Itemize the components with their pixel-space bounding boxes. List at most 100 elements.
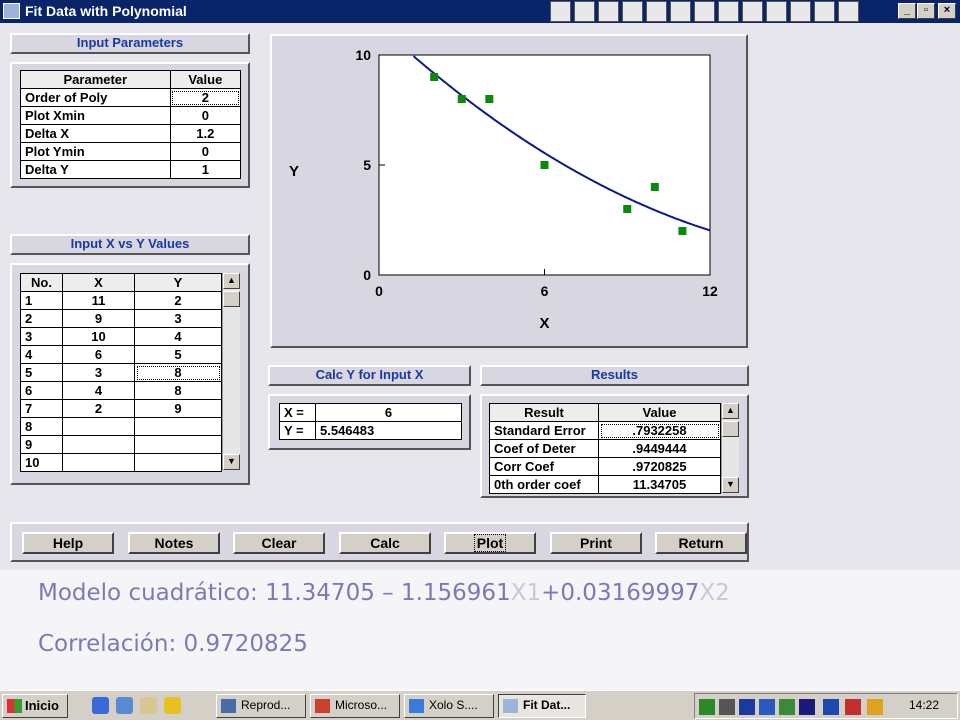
outlook-icon[interactable] — [116, 697, 133, 714]
help-button[interactable]: Help — [22, 532, 114, 554]
network-icon[interactable] — [699, 699, 715, 715]
table-row[interactable]: 10 — [20, 453, 222, 472]
table-cell[interactable]: 6 — [62, 345, 135, 364]
table-cell[interactable]: 1.2 — [169, 124, 242, 143]
print-button[interactable]: Print — [550, 532, 642, 554]
return-button[interactable]: Return — [655, 532, 747, 554]
table-cell[interactable] — [134, 435, 222, 454]
task-button-active[interactable]: Fit Dat... — [498, 694, 586, 718]
table-cell[interactable]: 5 — [134, 345, 222, 364]
shortcut-icon[interactable] — [694, 1, 715, 22]
table-row[interactable]: Standard Error .7932258 — [489, 421, 721, 440]
table-cell[interactable]: 11 — [62, 291, 135, 310]
minimize-button[interactable]: _ — [898, 3, 916, 19]
table-cell[interactable]: 0 — [169, 142, 242, 161]
table-cell[interactable]: 9 — [62, 309, 135, 328]
clear-button[interactable]: Clear — [233, 532, 325, 554]
table-cell[interactable]: 4 — [134, 327, 222, 346]
table-cell[interactable] — [62, 435, 135, 454]
table-row[interactable]: Plot Ymin 0 — [20, 142, 242, 161]
scroll-thumb[interactable] — [223, 291, 240, 307]
table-cell[interactable]: Y = — [279, 421, 316, 440]
table-cell[interactable]: 1 — [169, 160, 242, 179]
table-cell[interactable]: 10 — [20, 453, 63, 472]
scroll-down-button[interactable]: ▼ — [223, 454, 240, 470]
app-tray-icon[interactable] — [867, 699, 883, 715]
table-cell[interactable]: X = — [279, 403, 316, 422]
table-row[interactable]: 9 — [20, 435, 222, 454]
table-cell[interactable]: 7 — [20, 399, 63, 418]
shortcut-icon[interactable] — [718, 1, 739, 22]
maximize-button[interactable]: ▫ — [917, 3, 935, 19]
table-cell[interactable]: 10 — [62, 327, 135, 346]
table-row[interactable]: Y = 5.546483 — [279, 421, 462, 440]
table-row[interactable]: 648 — [20, 381, 222, 400]
xy-values-table[interactable]: No. X Y 1 11 2 2 9 3 3 10 4 4 6 5 5 3 8 6 4 8 7 2 9 8 9 10 — [20, 273, 222, 472]
table-cell[interactable]: Delta Y — [20, 160, 171, 179]
table-cell[interactable]: .9720825 — [598, 457, 721, 476]
calc-button[interactable]: Calc — [339, 532, 431, 554]
table-row[interactable]: 0th order coef 11.34705 — [489, 475, 721, 494]
table-cell[interactable]: 3 — [20, 327, 63, 346]
ie-icon[interactable] — [92, 697, 109, 714]
table-cell[interactable] — [134, 453, 222, 472]
input-parameters-table[interactable]: Parameter Value Order of Poly 2 Plot Xmin 0… — [20, 70, 242, 179]
results-scrollbar[interactable]: ▲ ▼ — [721, 403, 739, 493]
shortcut-icon[interactable] — [838, 1, 859, 22]
table-cell[interactable]: Plot Ymin — [20, 142, 171, 161]
scroll-thumb[interactable] — [722, 421, 739, 437]
table-cell[interactable]: Delta X — [20, 124, 171, 143]
table-cell[interactable] — [62, 453, 135, 472]
table-row[interactable]: 3 10 4 — [20, 327, 222, 346]
table-row[interactable]: Corr Coef .9720825 — [489, 457, 721, 476]
table-cell[interactable]: 2 — [62, 399, 135, 418]
table-row[interactable]: 8 — [20, 417, 222, 436]
table-cell[interactable]: 11.34705 — [598, 475, 721, 494]
table-cell[interactable]: 5.546483 — [315, 421, 462, 440]
media-icon[interactable] — [739, 699, 755, 715]
media-icon[interactable] — [164, 697, 181, 714]
xy-scrollbar[interactable]: ▲ ▼ — [222, 273, 240, 470]
shortcut-icon[interactable] — [574, 1, 595, 22]
task-button[interactable]: Reprod... — [216, 694, 306, 718]
shortcut-icon[interactable] — [766, 1, 787, 22]
table-cell[interactable]: 0 — [169, 106, 242, 125]
table-cell[interactable]: Order of Poly — [20, 88, 171, 107]
shortcut-icon[interactable] — [670, 1, 691, 22]
shortcut-icon[interactable] — [622, 1, 643, 22]
results-table[interactable]: Result Value Standard Error .7932258 Coef … — [489, 403, 721, 494]
table-cell[interactable]: 1 — [20, 291, 63, 310]
table-cell[interactable]: 4 — [62, 381, 135, 400]
table-cell[interactable]: 8 — [134, 363, 222, 382]
table-cell[interactable]: 6 — [315, 403, 462, 422]
scroll-up-button[interactable]: ▲ — [223, 273, 240, 289]
table-cell[interactable]: 4 — [20, 345, 63, 364]
table-cell[interactable]: .9449444 — [598, 439, 721, 458]
table-cell[interactable]: 9 — [134, 399, 222, 418]
notes-button[interactable]: Notes — [128, 532, 220, 554]
shortcut-icon[interactable] — [790, 1, 811, 22]
shortcut-icon[interactable] — [814, 1, 835, 22]
start-button[interactable]: Inicio — [2, 694, 68, 718]
task-button[interactable]: Microso... — [310, 694, 400, 718]
table-cell[interactable]: 3 — [134, 309, 222, 328]
volume-icon[interactable] — [719, 699, 735, 715]
plot-button[interactable]: Plot — [444, 532, 536, 554]
table-cell[interactable] — [62, 417, 135, 436]
table-cell[interactable]: Plot Xmin — [20, 106, 171, 125]
table-cell[interactable]: Standard Error — [489, 421, 599, 440]
table-cell[interactable]: Corr Coef — [489, 457, 599, 476]
table-row[interactable]: 729 — [20, 399, 222, 418]
shortcut-icon[interactable] — [646, 1, 667, 22]
scroll-up-button[interactable]: ▲ — [722, 403, 739, 419]
table-row[interactable]: 293 — [20, 309, 222, 328]
shortcut-icon[interactable] — [598, 1, 619, 22]
table-cell[interactable] — [134, 417, 222, 436]
table-cell[interactable]: 6 — [20, 381, 63, 400]
scroll-down-button[interactable]: ▼ — [722, 477, 739, 493]
office-shortcut-bar[interactable] — [550, 1, 890, 22]
table-cell[interactable]: 8 — [20, 417, 63, 436]
table-row[interactable]: X = 6 — [279, 403, 462, 422]
shortcut-icon[interactable] — [550, 1, 571, 22]
table-row[interactable]: 1 11 2 — [20, 291, 222, 310]
